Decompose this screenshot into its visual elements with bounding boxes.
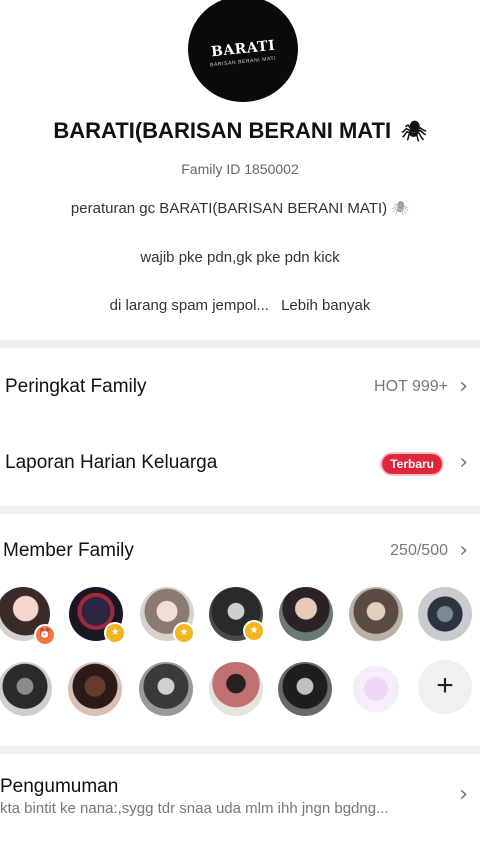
members-count: 250/500 (390, 542, 448, 559)
ranking-value: HOT 999+ (374, 378, 448, 395)
level-badge-icon: ★ (173, 622, 195, 644)
new-badge: Terbaru (382, 454, 442, 474)
members-header-row[interactable]: Member Family 250/500 › (0, 532, 480, 572)
daily-report-label: Laporan Harian Keluarga (5, 452, 218, 473)
ranking-label: Peringkat Family (5, 376, 147, 397)
chevron-right-icon: › (459, 782, 468, 807)
member-avatar[interactable] (209, 662, 263, 716)
more-link[interactable]: Lebih banyak (281, 297, 370, 314)
member-avatar[interactable] (279, 587, 333, 641)
info-card: Peringkat Family HOT 999+ › Laporan Hari… (0, 348, 480, 506)
member-avatar[interactable] (0, 662, 52, 716)
description-text-1: peraturan gc BARATI(BARISAN BERANI MATI) (70, 200, 388, 217)
family-header: BARATI BARISAN BERANI MATI BARATI(BARISA… (0, 0, 480, 340)
description-line-2: wajib pke pdn,gk pke pdn kick (140, 249, 340, 266)
spider-icon: 🕷 (401, 121, 427, 143)
announcement-title: Pengumuman (0, 776, 119, 797)
level-badge-icon: ★ (104, 622, 126, 644)
member-avatar[interactable] (139, 662, 193, 716)
butterfly-avatar[interactable] (349, 662, 403, 716)
level-badge-icon: ★ (243, 620, 265, 642)
member-avatar[interactable] (68, 662, 122, 716)
chevron-right-icon: › (459, 450, 468, 475)
members-label: Member Family (3, 540, 134, 561)
member-avatar[interactable] (418, 587, 472, 641)
member-avatar[interactable] (278, 662, 332, 716)
announcement-text: kta bintit ke nana:,sygg tdr snaa uda ml… (0, 800, 389, 817)
description-line-3: di larang spam jempol... Lebih banyak (0, 297, 480, 314)
spider-icon: 🕷 (391, 200, 410, 216)
chevron-right-icon: › (459, 538, 468, 563)
plus-icon[interactable]: + (418, 660, 472, 714)
member-avatar[interactable] (349, 587, 403, 641)
family-title: BARATI(BARISAN BERANI MATI (53, 118, 392, 143)
family-title-row: BARATI(BARISAN BERANI MATI 🕷 (0, 118, 480, 144)
daily-report-row[interactable]: Laporan Harian Keluarga Terbaru › (0, 444, 480, 484)
alarm-badge-icon: ⏰ (34, 624, 56, 646)
description-line-1: peraturan gc BARATI(BARISAN BERANI MATI)… (0, 200, 480, 217)
chevron-right-icon: › (459, 374, 468, 399)
description-text-3: di larang spam jempol... (109, 297, 269, 314)
family-logo[interactable]: BARATI BARISAN BERANI MATI (188, 0, 298, 102)
family-id: Family ID 1850002 (181, 161, 299, 177)
ranking-row[interactable]: Peringkat Family HOT 999+ › (0, 368, 480, 408)
